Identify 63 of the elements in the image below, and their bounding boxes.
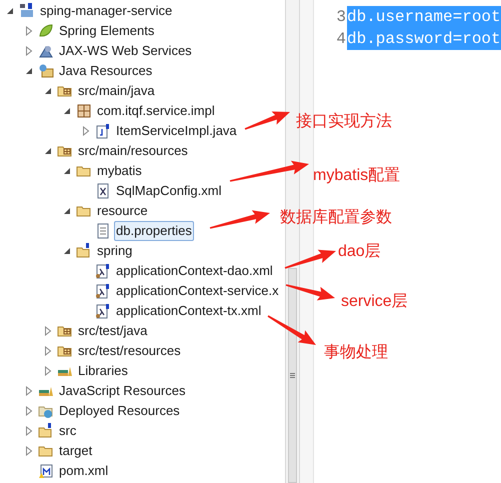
spring-file-icon bbox=[95, 303, 111, 319]
collapsed-arrow-icon[interactable] bbox=[23, 425, 35, 437]
arrow bbox=[268, 315, 316, 345]
tree-item[interactable]: sping-manager-service bbox=[38, 1, 174, 21]
tree-item[interactable]: src/main/java bbox=[76, 81, 157, 101]
arrow bbox=[244, 112, 290, 130]
collapsed-arrow-icon[interactable] bbox=[23, 385, 35, 397]
spring-file-icon bbox=[95, 263, 111, 279]
tree-item[interactable]: applicationContext-dao.xml bbox=[114, 261, 275, 281]
tree-item[interactable]: SqlMapConfig.xml bbox=[114, 181, 224, 201]
annotation-text: dao层 bbox=[338, 242, 381, 262]
line-number: 4 bbox=[335, 29, 347, 50]
arrow bbox=[286, 284, 335, 300]
annotation-text: 接口实现方法 bbox=[296, 112, 392, 132]
arrow bbox=[210, 210, 270, 229]
annotation-text: service层 bbox=[341, 292, 408, 312]
xml-file-icon bbox=[95, 183, 111, 199]
tree-item[interactable]: db.properties bbox=[114, 221, 194, 241]
tree-item[interactable]: ItemServiceImpl.java bbox=[114, 121, 239, 141]
java-file-icon bbox=[95, 123, 111, 139]
line-number: 3 bbox=[335, 7, 347, 28]
resources-icon bbox=[38, 63, 54, 79]
tree-item[interactable]: applicationContext-service.x bbox=[114, 281, 281, 301]
tree-item[interactable]: src bbox=[57, 421, 78, 441]
web-services-icon bbox=[38, 43, 54, 59]
grip-icon bbox=[290, 373, 295, 378]
document-icon bbox=[95, 223, 111, 239]
collapsed-arrow-icon[interactable] bbox=[42, 325, 54, 337]
tree-item[interactable]: Java Resources bbox=[57, 61, 154, 81]
folder-icon bbox=[76, 243, 92, 259]
tree-item[interactable]: Deployed Resources bbox=[57, 401, 182, 421]
tree-item[interactable]: pom.xml bbox=[57, 461, 110, 481]
collapsed-arrow-icon[interactable] bbox=[80, 125, 92, 137]
maven-file-icon bbox=[38, 463, 54, 479]
collapsed-arrow-icon[interactable] bbox=[23, 25, 35, 37]
tree-item[interactable]: src/test/java bbox=[76, 321, 150, 341]
tree-item[interactable]: JAX-WS Web Services bbox=[57, 41, 194, 61]
tree-item[interactable]: target bbox=[57, 441, 94, 461]
arrow bbox=[284, 250, 336, 269]
collapsed-arrow-icon[interactable] bbox=[42, 345, 54, 357]
scrollbar-thumb[interactable] bbox=[288, 268, 297, 483]
annotation-text: mybatis配置 bbox=[313, 166, 400, 186]
spring-file-icon bbox=[95, 283, 111, 299]
tree-item[interactable]: JavaScript Resources bbox=[57, 381, 188, 401]
project-icon bbox=[19, 3, 35, 19]
tree-item[interactable]: mybatis bbox=[95, 161, 144, 181]
tree-item[interactable]: applicationContext-tx.xml bbox=[114, 301, 264, 321]
tree-item[interactable]: src/test/resources bbox=[76, 341, 183, 361]
tree-item[interactable]: spring bbox=[95, 241, 134, 261]
annotation-text: 事物处理 bbox=[324, 343, 388, 363]
leaf-icon bbox=[38, 23, 54, 39]
tree-item[interactable]: Spring Elements bbox=[57, 21, 156, 41]
collapsed-arrow-icon[interactable] bbox=[42, 365, 54, 377]
collapsed-arrow-icon[interactable] bbox=[23, 45, 35, 57]
tree-item[interactable]: com.itqf.service.impl bbox=[95, 101, 217, 121]
tree-item[interactable]: Libraries bbox=[76, 361, 130, 381]
tree-item[interactable]: resource bbox=[95, 201, 150, 221]
collapsed-arrow-icon[interactable] bbox=[23, 405, 35, 417]
folder-icon bbox=[38, 423, 54, 439]
tree-item[interactable]: src/main/resources bbox=[76, 141, 190, 161]
package-icon bbox=[76, 103, 92, 119]
annotation-text: 数据库配置参数 bbox=[280, 208, 392, 228]
collapsed-arrow-icon[interactable] bbox=[23, 445, 35, 457]
